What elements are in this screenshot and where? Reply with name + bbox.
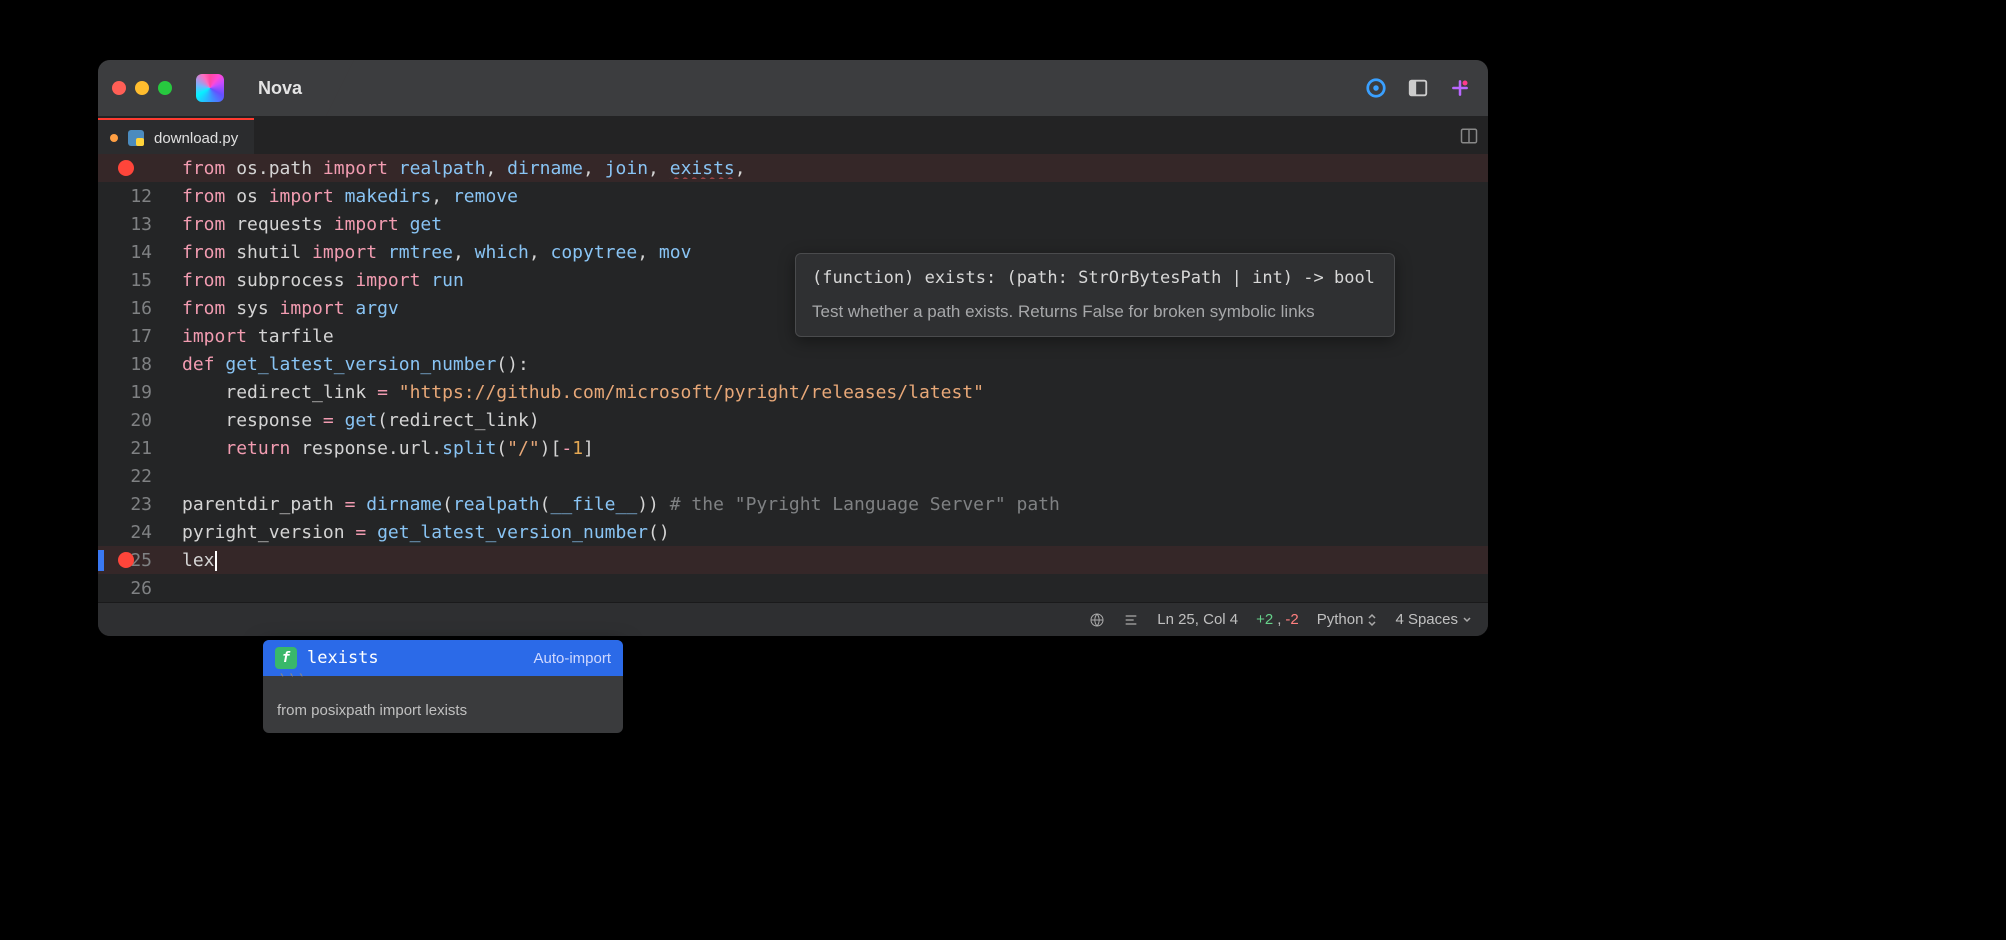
autocomplete-more-icon: ‵‵‵: [263, 676, 623, 692]
panels-icon[interactable]: [1404, 74, 1432, 102]
python-file-icon: [128, 130, 144, 146]
line-number: 22: [98, 466, 160, 487]
function-badge-icon: f: [275, 647, 297, 669]
text-cursor-icon: [215, 551, 217, 571]
code-content[interactable]: from os import makedirs, remove: [170, 186, 1488, 207]
app-name: Nova: [258, 78, 302, 99]
code-line[interactable]: 23 parentdir_path = dirname(realpath(__fi…: [98, 490, 1488, 518]
diff-deletions: -2: [1285, 611, 1298, 628]
editor-window: Nova download.py from os.path import rea…: [98, 60, 1488, 636]
line-number: 14: [98, 242, 160, 263]
language-selector[interactable]: Python: [1317, 611, 1378, 628]
line-number: 15: [98, 270, 160, 291]
titlebar-right: [1362, 74, 1474, 102]
code-line[interactable]: 26: [98, 574, 1488, 602]
code-editor[interactable]: from os.path import realpath, dirname, j…: [98, 154, 1488, 602]
line-number: 17: [98, 326, 160, 347]
window-tab[interactable]: Nova: [240, 60, 326, 116]
code-content[interactable]: from os.path import realpath, dirname, j…: [170, 158, 1488, 179]
line-number: 16: [98, 298, 160, 319]
line-number: 13: [98, 214, 160, 235]
titlebar: Nova: [98, 60, 1488, 116]
code-line[interactable]: from os.path import realpath, dirname, j…: [98, 154, 1488, 182]
close-button[interactable]: [112, 81, 126, 95]
indent-selector[interactable]: 4 Spaces: [1395, 611, 1472, 628]
git-diff[interactable]: +2, -2: [1256, 611, 1299, 628]
file-tab-label: download.py: [154, 130, 238, 147]
split-editor-icon[interactable]: [1450, 118, 1488, 154]
dirty-indicator-icon: [110, 134, 118, 142]
statusbar: Ln 25, Col 4 +2, -2 Python 4 Spaces: [98, 602, 1488, 636]
code-line[interactable]: 21 return response.url.split("/")[-1]: [98, 434, 1488, 462]
traffic-lights: [112, 81, 172, 95]
app-icon: [196, 74, 224, 102]
code-line[interactable]: 19 redirect_link = "https://github.com/m…: [98, 378, 1488, 406]
autocomplete-label: lexists: [307, 648, 379, 668]
line-number: 12: [98, 186, 160, 207]
cursor-position[interactable]: Ln 25, Col 4: [1157, 611, 1238, 628]
code-line[interactable]: 25 lex: [98, 546, 1488, 574]
code-line[interactable]: 18 def get_latest_version_number():: [98, 350, 1488, 378]
line-number: 18: [98, 354, 160, 375]
autocomplete-item[interactable]: f lexists Auto-import: [263, 640, 623, 676]
autocomplete-action: Auto-import: [533, 650, 611, 667]
code-line[interactable]: 22: [98, 462, 1488, 490]
code-content[interactable]: def get_latest_version_number():: [170, 354, 1488, 375]
line-number: 21: [98, 438, 160, 459]
code-content[interactable]: lex: [170, 550, 1488, 571]
error-icon[interactable]: [118, 160, 134, 176]
line-number: 20: [98, 410, 160, 431]
hover-tooltip: (function) exists: (path: StrOrBytesPath…: [795, 253, 1395, 337]
code-line[interactable]: 24 pyright_version = get_latest_version_n…: [98, 518, 1488, 546]
maximize-button[interactable]: [158, 81, 172, 95]
autocomplete-popup: f lexists Auto-import ‵‵‵ from posixpath i…: [263, 640, 623, 733]
preview-icon[interactable]: [1362, 74, 1390, 102]
minimize-button[interactable]: [135, 81, 149, 95]
tooltip-signature: (function) exists: (path: StrOrBytesPath…: [812, 268, 1378, 288]
code-line[interactable]: 12 from os import makedirs, remove: [98, 182, 1488, 210]
line-number: 23: [98, 494, 160, 515]
code-line[interactable]: 20 response = get(redirect_link): [98, 406, 1488, 434]
line-number: 19: [98, 382, 160, 403]
code-content[interactable]: from requests import get: [170, 214, 1488, 235]
line-number: 26: [98, 578, 160, 599]
code-content[interactable]: redirect_link = "https://github.com/micr…: [170, 382, 1488, 403]
outline-icon[interactable]: [1123, 612, 1139, 628]
code-content[interactable]: pyright_version = get_latest_version_num…: [170, 522, 1488, 543]
remote-icon[interactable]: [1089, 612, 1105, 628]
line-number: 24: [98, 522, 160, 543]
line-number: 25: [98, 550, 160, 571]
error-icon[interactable]: [118, 552, 134, 568]
add-icon[interactable]: [1446, 74, 1474, 102]
code-content[interactable]: response = get(redirect_link): [170, 410, 1488, 431]
tooltip-doc: Test whether a path exists. Returns Fals…: [812, 302, 1378, 322]
diff-additions: +2: [1256, 611, 1273, 628]
file-tabstrip: download.py: [98, 116, 1488, 154]
code-line[interactable]: 13 from requests import get: [98, 210, 1488, 238]
autocomplete-detail: from posixpath import lexists: [263, 692, 623, 733]
code-content[interactable]: parentdir_path = dirname(realpath(__file…: [170, 494, 1488, 515]
file-tab[interactable]: download.py: [98, 118, 254, 156]
code-content[interactable]: return response.url.split("/")[-1]: [170, 438, 1488, 459]
